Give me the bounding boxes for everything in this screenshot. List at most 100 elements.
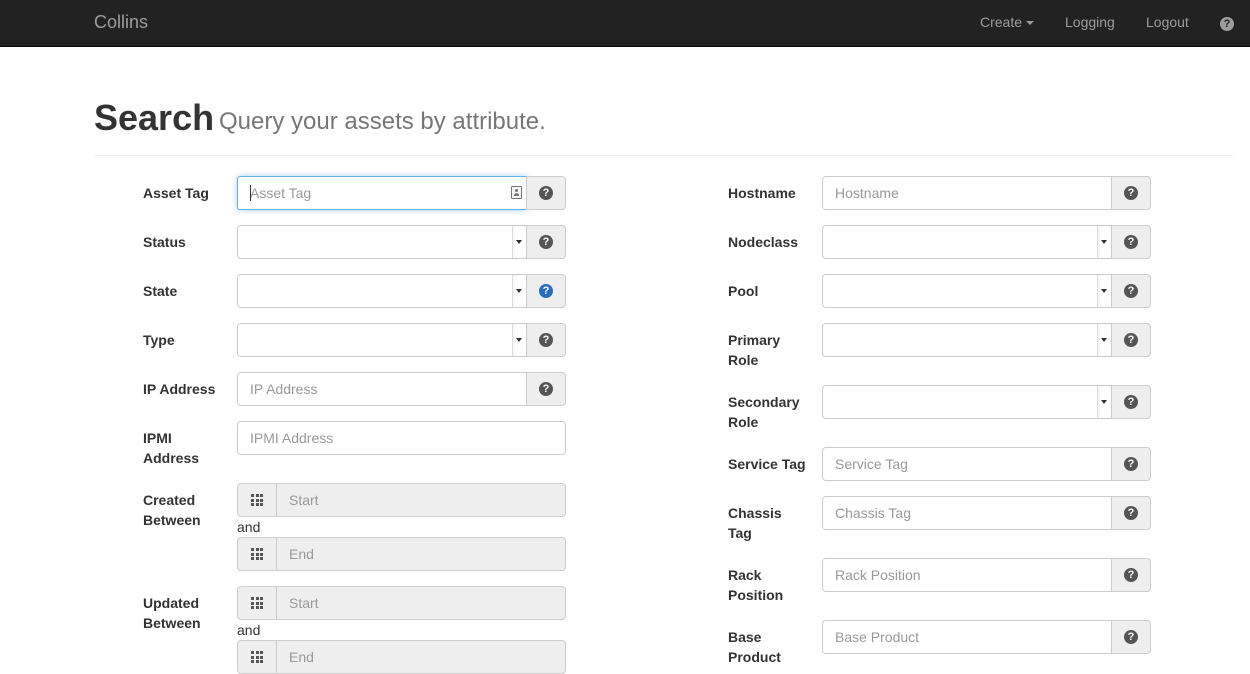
primary-role-label-line2: Role xyxy=(728,352,759,368)
hostname-input[interactable]: Hostname xyxy=(822,176,1112,210)
created-start-placeholder: Start xyxy=(289,492,319,508)
asset-tag-input[interactable]: Asset Tag xyxy=(237,176,527,210)
updated-end-calendar[interactable] xyxy=(237,640,277,674)
hostname-help[interactable]: ? xyxy=(1111,176,1151,210)
calendar-grid-icon xyxy=(251,548,263,560)
nodeclass-help[interactable]: ? xyxy=(1111,225,1151,259)
status-label: Status xyxy=(143,234,186,250)
calendar-grid-icon xyxy=(251,494,263,506)
brand-logo[interactable]: Collins xyxy=(94,11,148,33)
chassis-tag-placeholder: Chassis Tag xyxy=(835,505,912,521)
base-product-label-line2: Product xyxy=(728,649,781,665)
ip-address-label: IP Address xyxy=(143,381,216,397)
pool-select[interactable] xyxy=(822,274,1112,308)
updated-start-input[interactable]: Start xyxy=(276,586,566,620)
service-tag-label: Service Tag xyxy=(728,456,806,472)
asset-tag-help[interactable]: ? xyxy=(526,176,566,210)
chassis-tag-help[interactable]: ? xyxy=(1111,496,1151,530)
question-circle-icon: ? xyxy=(539,284,553,298)
question-circle-icon: ? xyxy=(1124,457,1138,471)
ip-address-help[interactable]: ? xyxy=(526,372,566,406)
status-help[interactable]: ? xyxy=(526,225,566,259)
base-product-label: Base Product xyxy=(728,627,781,667)
chevron-down-icon xyxy=(1097,386,1111,418)
pool-label: Pool xyxy=(728,283,759,299)
question-circle-icon: ? xyxy=(539,382,553,396)
state-help[interactable]: ? xyxy=(526,274,566,308)
page-header: Search Query your assets by attribute. xyxy=(94,94,1233,156)
primary-role-label-line1: Primary xyxy=(728,332,781,348)
ip-address-placeholder: IP Address xyxy=(250,381,318,397)
created-end-input[interactable]: End xyxy=(276,537,566,571)
question-circle-icon: ? xyxy=(1124,568,1138,582)
updated-end-placeholder: End xyxy=(289,649,314,665)
nodeclass-select[interactable] xyxy=(822,225,1112,259)
created-start-calendar[interactable] xyxy=(237,483,277,517)
nav-help-button[interactable]: ? xyxy=(1220,14,1234,31)
logout-link[interactable]: Logout xyxy=(1146,13,1189,31)
hostname-label: Hostname xyxy=(728,185,796,201)
ipmi-address-input[interactable]: IPMI Address xyxy=(237,421,566,455)
calendar-grid-icon xyxy=(251,597,263,609)
updated-end-input[interactable]: End xyxy=(276,640,566,674)
question-circle-icon: ? xyxy=(539,186,553,200)
secondary-role-label-line2: Role xyxy=(728,414,759,430)
rack-position-input[interactable]: Rack Position xyxy=(822,558,1112,592)
service-tag-placeholder: Service Tag xyxy=(835,456,908,472)
question-circle-icon: ? xyxy=(1124,333,1138,347)
ip-address-input[interactable]: IP Address xyxy=(237,372,527,406)
updated-start-calendar[interactable] xyxy=(237,586,277,620)
contact-card-icon[interactable] xyxy=(511,186,522,199)
chassis-tag-label: Chassis Tag xyxy=(728,503,782,543)
rack-position-help[interactable]: ? xyxy=(1111,558,1151,592)
hostname-placeholder: Hostname xyxy=(835,185,899,201)
chevron-down-icon xyxy=(512,226,526,258)
state-select[interactable] xyxy=(237,274,527,308)
question-circle-icon: ? xyxy=(539,333,553,347)
service-tag-input[interactable]: Service Tag xyxy=(822,447,1112,481)
created-end-calendar[interactable] xyxy=(237,537,277,571)
create-menu-label: Create xyxy=(980,14,1023,30)
chassis-tag-label-line1: Chassis xyxy=(728,505,782,521)
question-circle-icon: ? xyxy=(539,235,553,249)
updated-and-text: and xyxy=(237,622,261,638)
create-menu[interactable]: Create xyxy=(980,13,1035,31)
question-circle-icon: ? xyxy=(1220,17,1234,31)
created-label-line1: Created xyxy=(143,492,196,508)
primary-role-select[interactable] xyxy=(822,323,1112,357)
base-product-help[interactable]: ? xyxy=(1111,620,1151,654)
type-help[interactable]: ? xyxy=(526,323,566,357)
page-title: Search xyxy=(94,97,215,138)
ipmi-address-label: IPMI Address xyxy=(143,428,199,468)
primary-role-help[interactable]: ? xyxy=(1111,323,1151,357)
secondary-role-help[interactable]: ? xyxy=(1111,385,1151,419)
rack-position-label: Rack Position xyxy=(728,565,783,605)
type-label: Type xyxy=(143,332,175,348)
caret-down-icon xyxy=(1026,21,1035,25)
question-circle-icon: ? xyxy=(1124,186,1138,200)
created-label-line2: Between xyxy=(143,512,201,528)
updated-start-placeholder: Start xyxy=(289,595,319,611)
service-tag-help[interactable]: ? xyxy=(1111,447,1151,481)
question-circle-icon: ? xyxy=(1124,235,1138,249)
type-select[interactable] xyxy=(237,323,527,357)
chassis-tag-input[interactable]: Chassis Tag xyxy=(822,496,1112,530)
secondary-role-select[interactable] xyxy=(822,385,1112,419)
chevron-down-icon xyxy=(1097,275,1111,307)
chevron-down-icon xyxy=(512,324,526,356)
created-start-input[interactable]: Start xyxy=(276,483,566,517)
created-end-placeholder: End xyxy=(289,546,314,562)
updated-label-line2: Between xyxy=(143,615,201,631)
base-product-placeholder: Base Product xyxy=(835,629,920,645)
rack-position-label-line1: Rack xyxy=(728,567,762,583)
logging-link[interactable]: Logging xyxy=(1065,13,1115,31)
base-product-label-line1: Base xyxy=(728,629,762,645)
secondary-role-label: Secondary Role xyxy=(728,392,800,432)
top-navbar: Collins Create Logging Logout ? xyxy=(0,0,1250,47)
question-circle-icon: ? xyxy=(1124,630,1138,644)
secondary-role-label-line1: Secondary xyxy=(728,394,800,410)
pool-help[interactable]: ? xyxy=(1111,274,1151,308)
base-product-input[interactable]: Base Product xyxy=(822,620,1112,654)
status-select[interactable] xyxy=(237,225,527,259)
chevron-down-icon xyxy=(1097,324,1111,356)
